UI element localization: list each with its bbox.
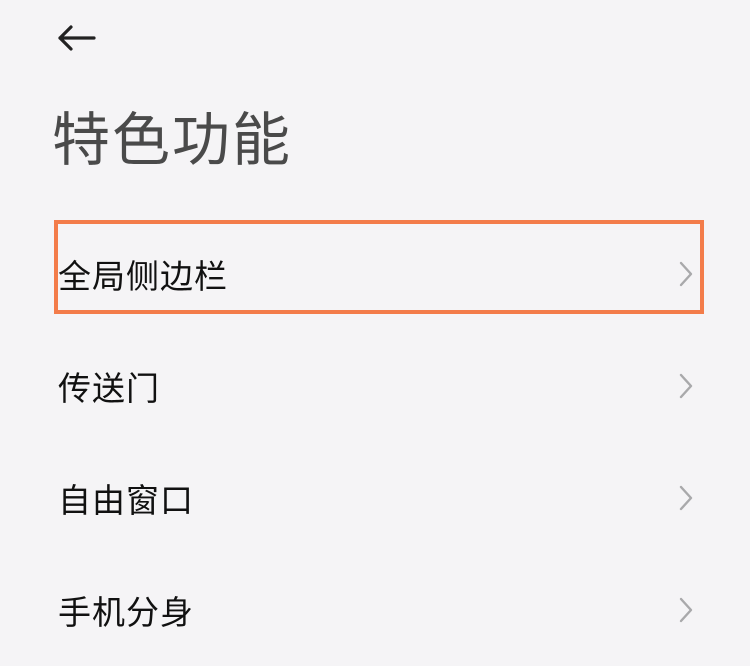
list-item-label: 手机分身 [58, 593, 194, 632]
arrow-left-icon [58, 25, 96, 51]
chevron-right-icon [679, 373, 693, 399]
list-item-label: 全局侧边栏 [58, 257, 228, 296]
list-item-global-sidebar[interactable]: 全局侧边栏 [0, 218, 750, 330]
chevron-right-icon [679, 485, 693, 511]
list-item-label: 自由窗口 [58, 481, 194, 520]
chevron-right-icon [679, 261, 693, 287]
list-item-floating-window[interactable]: 自由窗口 [0, 442, 750, 554]
chevron-right-icon [679, 597, 693, 623]
feature-list: 全局侧边栏 传送门 自由窗口 手机分身 [0, 218, 750, 666]
list-item-portal[interactable]: 传送门 [0, 330, 750, 442]
page-title: 特色功能 [52, 106, 293, 174]
list-item-label: 传送门 [58, 369, 160, 408]
back-button[interactable] [50, 14, 102, 62]
list-item-second-space[interactable]: 手机分身 [0, 554, 750, 666]
